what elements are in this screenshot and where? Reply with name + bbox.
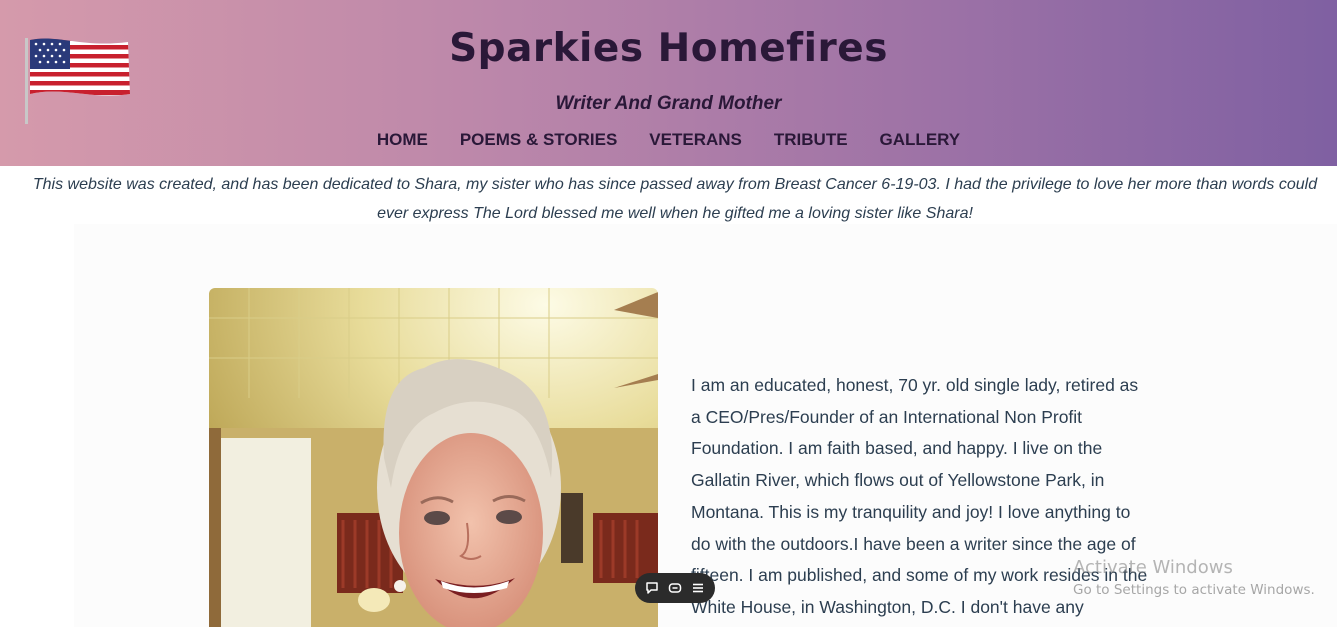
nav-veterans[interactable]: VETERANS bbox=[649, 130, 742, 150]
main-nav: HOME POEMS & STORIES VETERANS TRIBUTE GA… bbox=[0, 130, 1337, 150]
nav-home[interactable]: HOME bbox=[377, 130, 428, 150]
activate-windows-subtitle: Go to Settings to activate Windows. bbox=[1073, 582, 1315, 598]
nav-tribute[interactable]: TRIBUTE bbox=[774, 130, 848, 150]
nav-poems-stories[interactable]: POEMS & STORIES bbox=[460, 130, 617, 150]
profile-photo bbox=[209, 288, 658, 627]
activate-windows-title: Activate Windows bbox=[1073, 557, 1233, 578]
caption-icon[interactable] bbox=[667, 580, 683, 596]
site-header: Sparkies Homefires Writer And Grand Moth… bbox=[0, 0, 1337, 166]
floating-toolbar bbox=[635, 573, 715, 603]
chat-bubble-icon[interactable] bbox=[644, 580, 660, 596]
site-title: Sparkies Homefires bbox=[449, 26, 888, 71]
dedication-text: This website was created, and has been d… bbox=[32, 176, 1318, 222]
menu-icon[interactable] bbox=[690, 580, 706, 596]
site-tagline: Writer And Grand Mother bbox=[555, 93, 782, 114]
nav-gallery[interactable]: GALLERY bbox=[880, 130, 961, 150]
